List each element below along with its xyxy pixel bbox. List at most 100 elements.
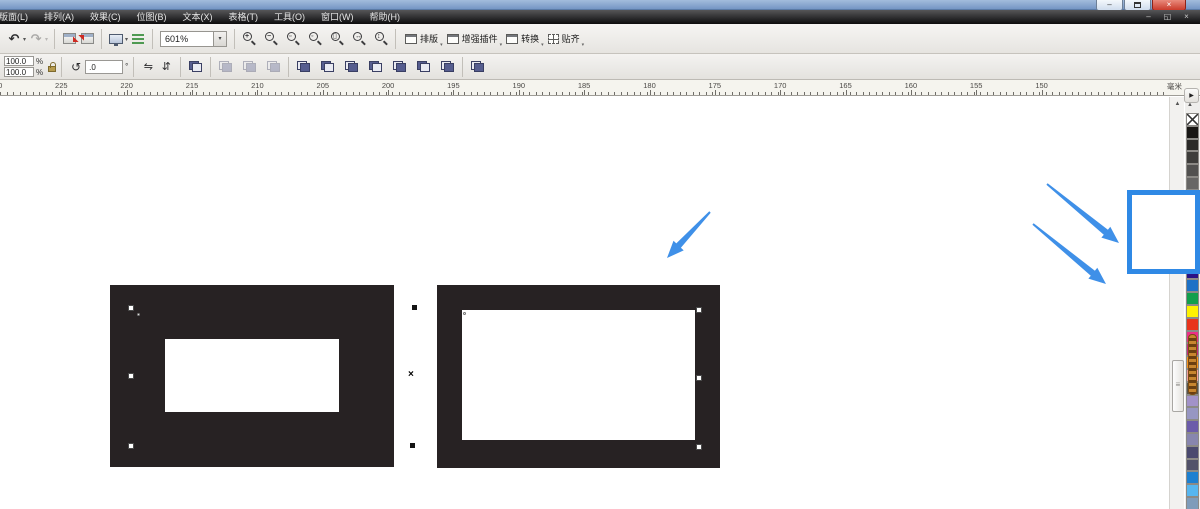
color-swatch[interactable] <box>1186 126 1199 139</box>
lock-ratio-icon[interactable] <box>48 66 56 72</box>
zoom-all-objects-button[interactable]: ◦ <box>306 28 324 50</box>
toolbar-button-转换[interactable]: 转换 <box>502 28 543 50</box>
color-swatch[interactable] <box>1186 164 1199 177</box>
selection-handle[interactable] <box>128 443 134 449</box>
mdi-control[interactable]: ◱ <box>1158 11 1177 23</box>
scroll-up-icon[interactable]: ▲ <box>1172 99 1183 110</box>
ruler-tick <box>301 92 302 95</box>
simplify-button[interactable] <box>366 56 385 78</box>
color-swatch[interactable] <box>1186 407 1199 420</box>
menu-item[interactable]: 窗口(W) <box>313 10 362 24</box>
back-minus-front-button[interactable] <box>414 56 433 78</box>
undo-dropdown-icon[interactable]: ▾ <box>23 36 26 43</box>
toolbar-button-增强插件[interactable]: 增强插件 <box>443 28 502 50</box>
zoom-page-width-button[interactable]: ↔ <box>350 28 368 50</box>
launcher-dropdown-icon[interactable]: ▾ <box>125 36 128 43</box>
ruler-tick <box>745 92 746 95</box>
frame-object[interactable] <box>437 285 720 468</box>
selection-handle[interactable] <box>696 375 702 381</box>
selection-handle[interactable] <box>410 443 415 448</box>
selection-handle[interactable] <box>696 307 702 313</box>
menu-item[interactable]: 位图(B) <box>129 10 175 24</box>
menu-item[interactable]: 表格(T) <box>221 10 267 24</box>
frame-object[interactable] <box>110 285 394 467</box>
mirror-horizontal-button[interactable]: ⇋ <box>139 56 157 78</box>
zoom-in-button[interactable]: + <box>240 28 258 50</box>
zoom-level-value[interactable]: 601% <box>160 31 214 47</box>
color-swatch[interactable] <box>1186 305 1199 318</box>
ruler-tick <box>549 92 550 95</box>
weld-button[interactable] <box>294 56 313 78</box>
menu-item[interactable]: 排列(A) <box>36 10 82 24</box>
redo-dropdown-icon[interactable]: ▾ <box>45 36 48 43</box>
undo-button[interactable]: ↶ <box>5 28 23 50</box>
node-dot[interactable] <box>137 313 140 316</box>
scale-h-field[interactable]: 100.0 <box>4 56 34 66</box>
redo-button[interactable]: ↷ <box>27 28 45 50</box>
frame-hole[interactable] <box>165 339 339 412</box>
color-swatch-none[interactable] <box>1186 113 1199 126</box>
color-swatch[interactable] <box>1186 420 1199 433</box>
color-swatch[interactable] <box>1186 292 1199 305</box>
zoom-dropdown-icon[interactable]: ▾ <box>214 31 227 47</box>
color-swatch[interactable] <box>1186 318 1199 331</box>
import-button[interactable] <box>60 28 78 50</box>
color-swatch[interactable] <box>1186 177 1199 190</box>
intersect-button[interactable] <box>342 56 361 78</box>
frame-hole[interactable] <box>462 310 695 440</box>
zoom-page-height-button[interactable]: ↕ <box>372 28 390 50</box>
color-swatch[interactable] <box>1186 497 1199 509</box>
menu-item[interactable]: 版面(L) <box>0 10 36 24</box>
trim-button[interactable] <box>318 56 337 78</box>
object-position-button[interactable] <box>186 56 205 78</box>
selection-handle[interactable] <box>696 444 702 450</box>
ruler-tick <box>647 92 648 95</box>
rotation-angle-field[interactable]: .0 <box>85 60 123 74</box>
ruler-tick <box>216 92 217 95</box>
vertical-scrollbar[interactable]: ▲ <box>1169 97 1184 509</box>
zoom-out-button[interactable]: − <box>262 28 280 50</box>
front-minus-back-button[interactable] <box>390 56 409 78</box>
menu-item[interactable]: 工具(O) <box>266 10 313 24</box>
menu-item[interactable]: 效果(C) <box>82 10 129 24</box>
color-swatch[interactable] <box>1186 484 1199 497</box>
mdi-control[interactable]: – <box>1139 11 1158 23</box>
back-minus-front-icon <box>416 60 431 73</box>
ruler-tick <box>92 92 93 95</box>
color-swatch[interactable] <box>1186 139 1199 152</box>
ruler-tick <box>157 92 158 95</box>
create-boundary-button[interactable] <box>438 56 457 78</box>
zoom-level-combo[interactable]: 601% ▾ <box>160 31 227 47</box>
export-button[interactable] <box>78 28 96 50</box>
color-swatch[interactable] <box>1186 151 1199 164</box>
zoom-selected-button[interactable]: ▫ <box>284 28 302 50</box>
palette-flyout-button[interactable]: ▶ <box>1184 88 1199 103</box>
color-swatch[interactable] <box>1186 446 1199 459</box>
ruler-label: 170 <box>774 81 787 90</box>
menu-item[interactable]: 文本(X) <box>175 10 221 24</box>
selection-handle[interactable] <box>128 305 134 311</box>
color-swatch[interactable] <box>1186 395 1199 408</box>
toolbar-button-贴齐[interactable]: 贴齐 <box>544 28 584 50</box>
ruler-tick <box>895 92 896 95</box>
color-swatch[interactable] <box>1186 279 1199 292</box>
zoom-to-page-button[interactable]: ▯ <box>328 28 346 50</box>
scale-v-field[interactable]: 100.0 <box>4 67 34 77</box>
color-swatch[interactable] <box>1186 433 1199 446</box>
align-button[interactable] <box>468 56 487 78</box>
application-launcher-button[interactable] <box>107 28 125 50</box>
welcome-screen-button[interactable] <box>129 28 147 50</box>
ruler-label: 160 <box>905 81 918 90</box>
ruler-label: 155 <box>970 81 983 90</box>
scrollbar-thumb[interactable] <box>1172 360 1184 412</box>
mdi-control[interactable]: × <box>1177 11 1196 23</box>
selection-handle[interactable] <box>128 373 134 379</box>
selection-handle[interactable] <box>412 305 417 310</box>
ruler-tick <box>1144 92 1145 95</box>
menu-item[interactable]: 帮助(H) <box>362 10 409 24</box>
color-swatch[interactable] <box>1186 471 1199 484</box>
color-swatch[interactable] <box>1186 459 1199 472</box>
toolbar-button-排版[interactable]: 排版 <box>401 28 442 50</box>
mirror-vertical-button[interactable]: ⇵ <box>157 56 175 78</box>
node-dot[interactable] <box>463 312 466 315</box>
